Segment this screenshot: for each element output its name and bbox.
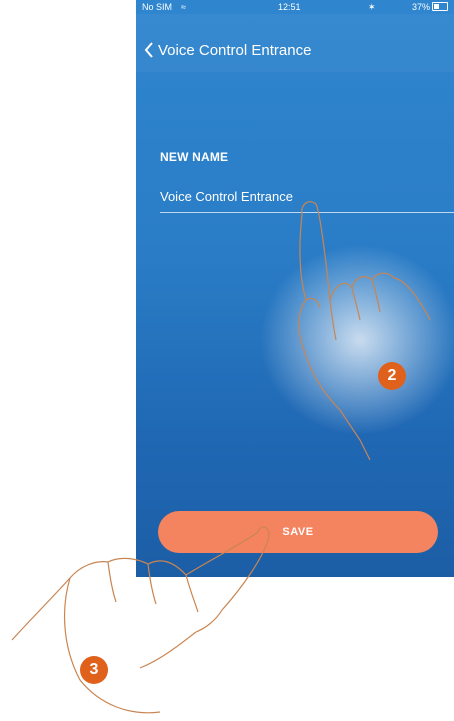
wifi-icon: ≈ <box>181 2 186 12</box>
new-name-input[interactable] <box>160 180 454 213</box>
status-bar: No SIM ≈ 12:51 ✶ 37% <box>136 0 454 14</box>
bluetooth-icon: ✶ <box>368 2 376 12</box>
step-3-badge: 3 <box>80 656 108 684</box>
carrier-text: No SIM <box>142 2 173 12</box>
nav-header: Voice Control Entrance <box>136 14 454 72</box>
header-title: Voice Control Entrance <box>158 41 312 59</box>
phone-screen: No SIM ≈ 12:51 ✶ 37% Voice Control Entra… <box>136 0 454 577</box>
back-button[interactable]: Voice Control Entrance <box>144 38 344 62</box>
new-name-label: NEW NAME <box>160 150 229 164</box>
battery-icon <box>432 2 448 11</box>
clock-text: 12:51 <box>278 2 301 12</box>
save-button[interactable]: SAVE <box>158 511 438 553</box>
step-2-badge: 2 <box>378 362 406 390</box>
chevron-left-icon <box>144 42 153 58</box>
battery-text: 37% <box>411 2 430 12</box>
